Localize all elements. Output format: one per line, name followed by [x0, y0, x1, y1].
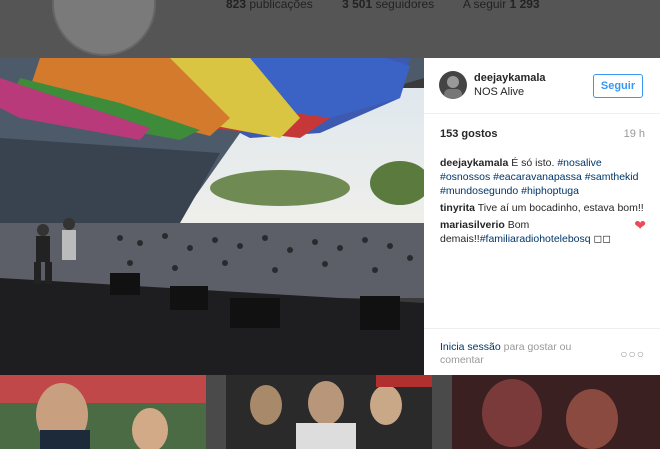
- follow-button[interactable]: Seguir: [593, 74, 643, 98]
- profile-header: 823 publicações 3 501 seguidores A segui…: [0, 0, 660, 58]
- comment-text: Tive aí um bocadinho, estava bom!!: [477, 202, 644, 214]
- hashtag[interactable]: #eacaravanapassa: [493, 171, 582, 183]
- concert-stage-image: [0, 58, 424, 375]
- caption-text: É só isto.: [511, 157, 555, 169]
- login-link[interactable]: Inicia sessão: [440, 341, 501, 353]
- grid-thumbnail[interactable]: [0, 375, 206, 449]
- comment-username[interactable]: mariasilverio: [440, 219, 505, 231]
- following-count[interactable]: A seguir 1 293: [463, 0, 540, 11]
- caption: deejaykamala É só isto. #nosalive #osnos…: [440, 156, 646, 198]
- profile-stats: 823 publicações 3 501 seguidores A segui…: [226, 0, 566, 11]
- heart-icon[interactable]: ❤: [634, 218, 646, 232]
- comment-username[interactable]: tinyrita: [440, 202, 475, 214]
- post-detail-panel: deejaykamala NOS Alive Seguir 153 gostos…: [424, 58, 660, 375]
- followers-count[interactable]: 3 501 seguidores: [342, 0, 434, 11]
- profile-avatar[interactable]: [52, 0, 156, 56]
- comment: ❤ mariasilverio Bom demais!!#familiaradi…: [440, 218, 646, 246]
- posts-count: 823 publicações: [226, 0, 313, 11]
- grid-thumbnail[interactable]: [452, 375, 660, 449]
- more-options-icon[interactable]: ○○○: [620, 347, 645, 361]
- person-avatar-icon: [444, 76, 462, 99]
- likes-count[interactable]: 153 gostos: [440, 128, 497, 140]
- post-photo[interactable]: [0, 58, 424, 375]
- post-header: deejaykamala NOS Alive Seguir: [424, 58, 660, 114]
- post-location[interactable]: NOS Alive: [474, 86, 524, 98]
- grid-thumbnail[interactable]: [226, 375, 432, 449]
- comment: tinyrita Tive aí um bocadinho, estava bo…: [440, 201, 646, 215]
- hashtag[interactable]: #hiphoptuga: [521, 185, 579, 197]
- post-time: 19 h: [623, 128, 645, 140]
- hashtag[interactable]: #mundosegundo: [440, 185, 518, 197]
- author-avatar[interactable]: [439, 71, 467, 99]
- hashtag[interactable]: #nosalive: [557, 157, 601, 169]
- hashtag[interactable]: #familiaradiohotelebosq: [480, 233, 591, 245]
- thumbnail-image: [226, 375, 432, 449]
- hashtag[interactable]: #osnossos: [440, 171, 490, 183]
- author-username[interactable]: deejaykamala: [474, 72, 546, 84]
- post-footer: Inicia sessão para gostar ou comentar ○○…: [424, 328, 660, 376]
- thumbnail-image: [452, 375, 660, 449]
- thumbnail-image: [0, 375, 206, 449]
- login-prompt: Inicia sessão para gostar ou comentar: [440, 341, 590, 367]
- caption-username[interactable]: deejaykamala: [440, 157, 508, 169]
- comment-suffix: ◻◻: [593, 233, 611, 245]
- comments-list: deejaykamala É só isto. #nosalive #osnos…: [440, 156, 646, 249]
- hashtag[interactable]: #samthekid: [585, 171, 639, 183]
